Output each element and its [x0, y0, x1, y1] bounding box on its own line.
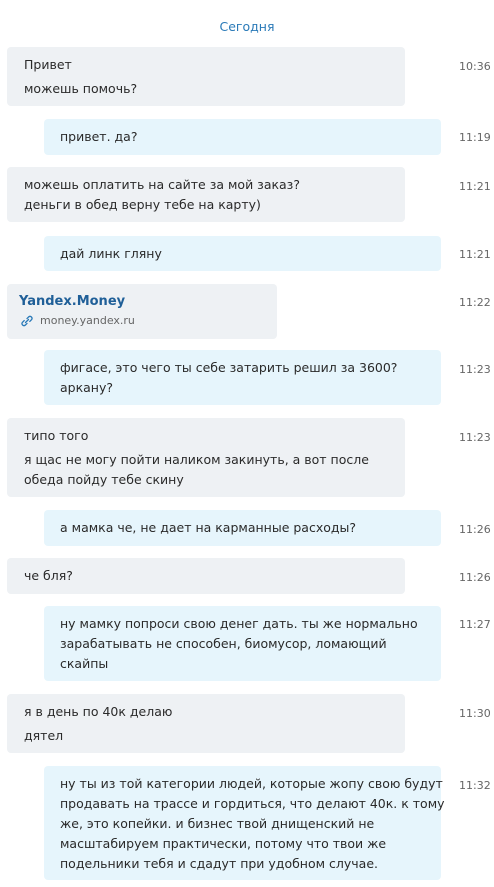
message-timestamp: 11:30 [459, 707, 491, 720]
link-preview-card[interactable]: Yandex.Money money.yandex.ru [7, 284, 277, 339]
message-timestamp: 11:21 [459, 180, 491, 193]
message-text: я щас не могу пойти наликом закинуть, а … [24, 452, 369, 467]
message-text: типо того [24, 428, 89, 443]
message-text: фигасе, это чего ты себе затарить решил … [60, 360, 398, 375]
message-bubble-incoming[interactable]: я в день по 40к делаю дятел [7, 694, 405, 753]
message-timestamp: 11:26 [459, 571, 491, 584]
message-text: можешь оплатить на сайте за мой заказ? [24, 177, 300, 192]
message-bubble-incoming[interactable]: че бля? [7, 558, 405, 594]
message-timestamp: 11:26 [459, 523, 491, 536]
message-text: масштабируем практически, потому что тво… [60, 836, 387, 851]
link-url[interactable]: money.yandex.ru [40, 314, 135, 327]
message-text: подельники тебя и сдадут при удобном слу… [60, 856, 378, 871]
message-timestamp: 11:21 [459, 248, 491, 261]
message-timestamp: 11:32 [459, 779, 491, 792]
link-icon [19, 315, 35, 327]
message-bubble-incoming[interactable]: типо того я щас не могу пойти наликом за… [7, 418, 405, 497]
message-text: деньги в обед верну тебе на карту) [24, 197, 261, 212]
message-timestamp: 11:23 [459, 363, 491, 376]
message-text: можешь помочь? [24, 81, 138, 96]
message-text: Привет [24, 57, 72, 72]
message-text: обеда пойду тебе скину [24, 472, 184, 487]
message-timestamp: 11:23 [459, 431, 491, 444]
message-text: дай линк гляну [60, 246, 162, 261]
chat-history: Сегодня Привет можешь помочь? 10:36 прив… [0, 0, 494, 887]
message-text: ну мамку попроси свою денег дать. ты же … [60, 616, 418, 631]
message-timestamp: 11:22 [459, 296, 491, 309]
message-text: же, это копейки. и бизнес твой днищенски… [60, 816, 375, 831]
link-url-row: money.yandex.ru [19, 314, 265, 327]
date-separator: Сегодня [219, 19, 275, 34]
message-bubble-outgoing[interactable]: дай линк гляну [44, 236, 441, 271]
message-text: ну ты из той категории людей, которые жо… [60, 776, 443, 791]
message-text: я в день по 40к делаю [24, 704, 173, 719]
message-bubble-incoming[interactable]: Привет можешь помочь? [7, 47, 405, 106]
message-timestamp: 11:27 [459, 618, 491, 631]
message-text: а мамка че, не дает на карманные расходы… [60, 520, 357, 535]
message-text: привет. да? [60, 129, 138, 144]
message-bubble-outgoing[interactable]: ну мамку попроси свою денег дать. ты же … [44, 606, 441, 681]
message-text: че бля? [24, 568, 73, 583]
message-timestamp: 10:36 [459, 60, 491, 73]
link-title[interactable]: Yandex.Money [19, 293, 265, 311]
message-text: аркану? [60, 380, 114, 395]
message-bubble-outgoing[interactable]: а мамка че, не дает на карманные расходы… [44, 510, 441, 546]
message-text: продавать на трассе и гордиться, что дел… [60, 796, 445, 811]
message-bubble-outgoing[interactable]: фигасе, это чего ты себе затарить решил … [44, 350, 441, 405]
message-timestamp: 11:19 [459, 131, 491, 144]
message-text: зарабатывать не способен, биомусор, лома… [60, 636, 387, 651]
message-text: скайпы [60, 656, 109, 671]
message-bubble-outgoing[interactable]: ну ты из той категории людей, которые жо… [44, 766, 445, 880]
message-bubble-outgoing[interactable]: привет. да? [44, 119, 441, 155]
message-text: дятел [24, 728, 64, 743]
message-bubble-incoming[interactable]: можешь оплатить на сайте за мой заказ? д… [7, 167, 405, 222]
